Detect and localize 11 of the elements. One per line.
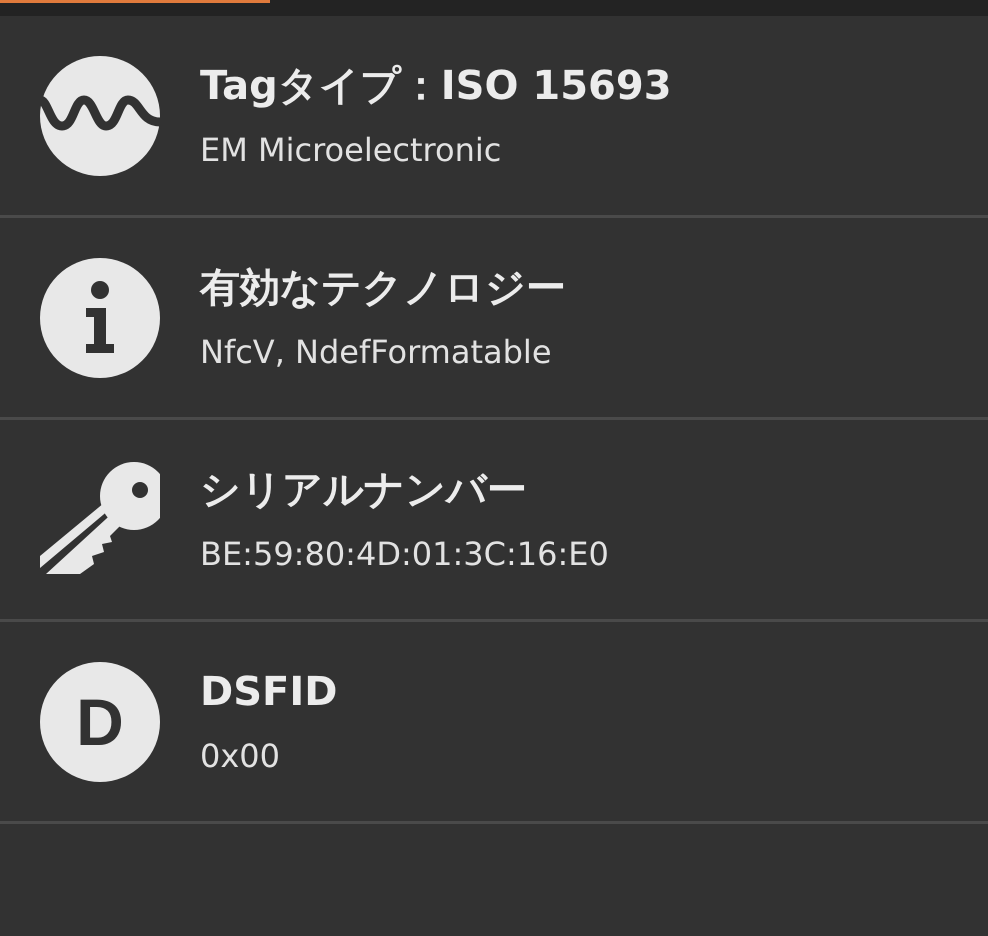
item-title: Tagタイプ：ISO 15693: [200, 62, 672, 108]
item-value: BE:59:80:4D:01:3C:16:E0: [200, 534, 609, 572]
item-title: シリアルナンバー: [200, 466, 528, 512]
item-value: 0x00: [200, 736, 282, 774]
item-title: DSFID: [200, 668, 338, 714]
item-title: 有効なテクノロジー: [200, 264, 566, 310]
item-value: EM Microelectronic: [200, 130, 502, 168]
letter-icon: D: [40, 662, 160, 782]
item-value: NfcV, NdefFormatable: [200, 332, 552, 370]
wave-icon: [40, 56, 160, 176]
info-icon: [40, 258, 160, 378]
